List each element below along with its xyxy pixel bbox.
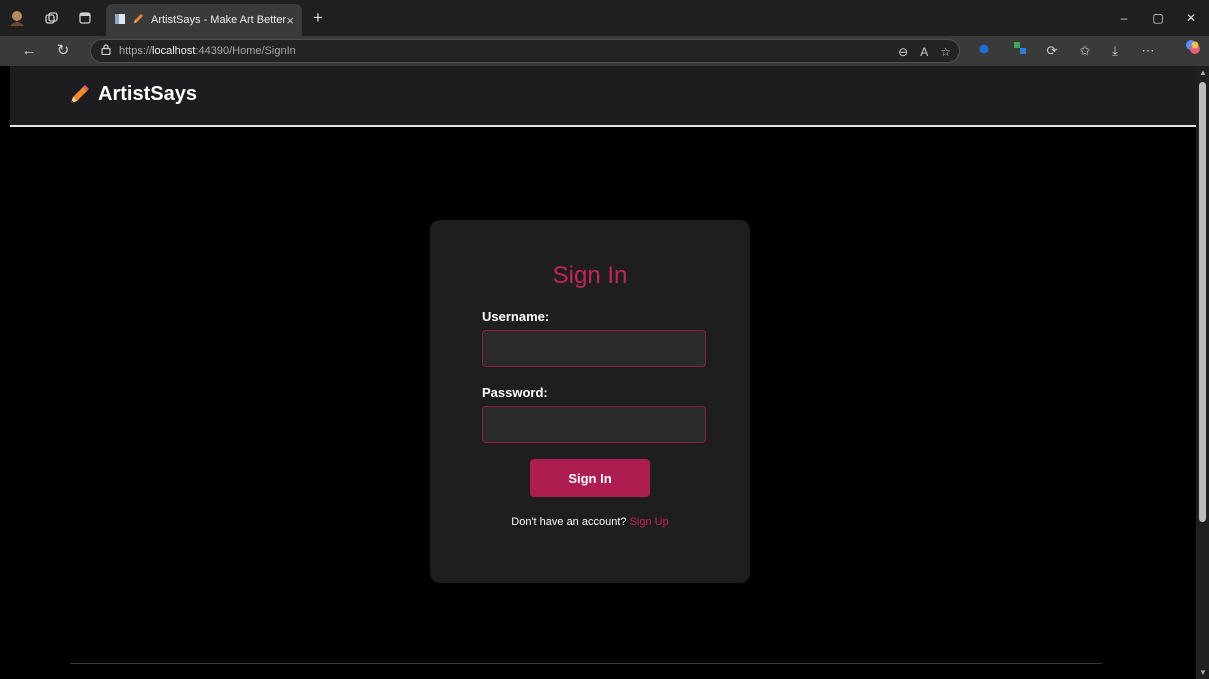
settings-more-icon[interactable]: ⋯ (1136, 39, 1160, 63)
username-input[interactable] (482, 330, 706, 367)
copilot-icon[interactable] (1181, 39, 1205, 63)
signup-link[interactable]: Sign Up (630, 516, 669, 528)
page-viewport: ArtistSays Sign In Username: Password: S… (10, 66, 1196, 679)
pencil-icon (71, 84, 89, 103)
browser-tab-active[interactable]: ArtistSays - Make Art Better × (106, 4, 302, 36)
favorite-star-icon[interactable]: ☆ (940, 45, 951, 59)
read-aloud-icon[interactable]: A (920, 45, 928, 59)
page-scrollbar[interactable]: ▲ ▼ (1196, 66, 1209, 679)
no-account-text: Don't have an account? (511, 516, 627, 528)
downloads-icon[interactable]: ⤓ (1103, 39, 1127, 63)
password-input[interactable] (482, 406, 706, 443)
minimize-button[interactable]: – (1106, 0, 1142, 36)
tab-title: ArtistSays - Make Art Better (151, 14, 287, 26)
new-tab-button[interactable]: + (305, 6, 331, 30)
signin-card: Sign In Username: Password: Sign In Don'… (430, 220, 750, 583)
tab-actions-icon[interactable] (68, 0, 102, 36)
browser-toolbar: ← ↻ https:// localhost :44390/Home/SignI… (0, 36, 1209, 66)
extensions-puzzle-icon[interactable]: ⟳ (1040, 39, 1064, 63)
address-bar[interactable]: https:// localhost :44390/Home/SignIn ⊖ … (90, 39, 960, 63)
scroll-thumb[interactable] (1199, 82, 1206, 522)
brand-link[interactable]: ArtistSays (68, 83, 197, 106)
footer-divider (70, 663, 1102, 664)
page-favicon-icon (114, 13, 126, 28)
scroll-up-icon[interactable]: ▲ (1199, 68, 1207, 77)
tab-close-icon[interactable]: × (286, 13, 294, 28)
refresh-icon[interactable]: ↻ (50, 39, 76, 63)
signup-prompt: Don't have an account? Sign Up (430, 516, 750, 528)
extension-icon[interactable] (1008, 39, 1032, 63)
lock-icon (101, 44, 111, 58)
workspaces-icon[interactable] (34, 0, 68, 36)
close-window-button[interactable]: ✕ (1173, 0, 1209, 36)
profile-avatar-icon[interactable] (0, 0, 34, 36)
back-icon[interactable]: ← (16, 39, 42, 63)
url-scheme: https:// (119, 45, 153, 57)
signin-title: Sign In (552, 262, 628, 289)
pencil-icon (133, 13, 144, 27)
zoom-icon[interactable]: ⊖ (898, 45, 908, 59)
site-header: ArtistSays (10, 66, 1196, 127)
url-host: localhost (152, 45, 196, 57)
url-path: :44390/Home/SignIn (195, 45, 296, 57)
copilot-shield-icon[interactable] (972, 39, 996, 63)
brand-name: ArtistSays (98, 83, 197, 105)
scroll-down-icon[interactable]: ▼ (1199, 668, 1207, 677)
maximize-button[interactable]: ▢ (1140, 0, 1176, 36)
favorites-icon[interactable]: ✩ (1073, 39, 1097, 63)
username-label: Username: (482, 309, 550, 324)
signin-button[interactable]: Sign In (530, 459, 650, 497)
password-label: Password: (482, 385, 548, 400)
